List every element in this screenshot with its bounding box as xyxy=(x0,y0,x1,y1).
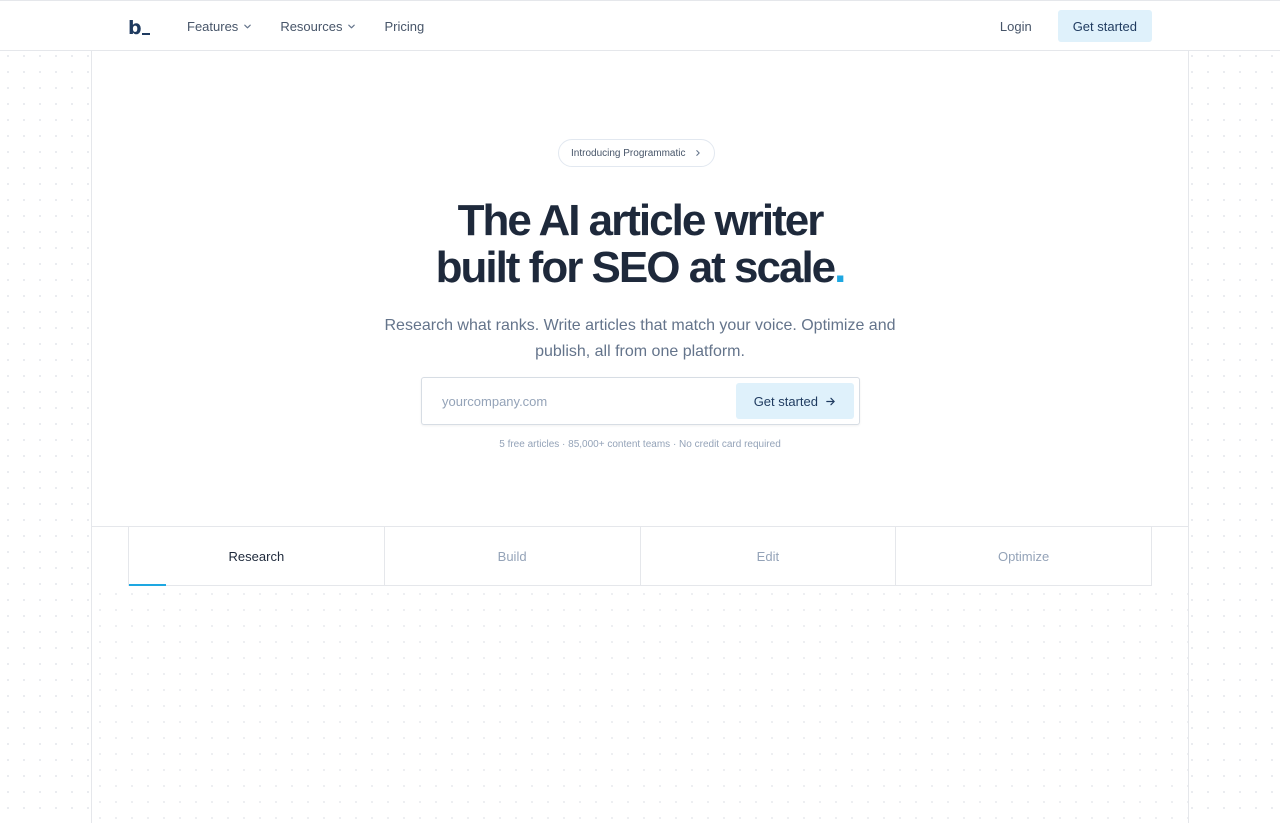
arrow-right-icon xyxy=(826,397,835,405)
nav-item-features[interactable]: Features xyxy=(187,19,252,34)
tab-edit[interactable]: Edit xyxy=(641,527,897,585)
chevron-down-icon xyxy=(348,24,356,28)
tab-build[interactable]: Build xyxy=(385,527,641,585)
tab-label: Optimize xyxy=(997,548,1050,564)
nav-item-resources[interactable]: Resources xyxy=(280,19,356,34)
brand-logo-underscore xyxy=(141,32,150,35)
tab-label: Research xyxy=(228,548,285,564)
nav-item-pricing[interactable]: Pricing xyxy=(384,19,424,34)
tab-optimize[interactable]: Optimize xyxy=(896,527,1151,585)
hero-panel: Introducing Programmatic The AI article … xyxy=(91,51,1189,823)
nav-item-label: Resources xyxy=(280,18,343,34)
hero-subheading: Research what ranks. Write articles that… xyxy=(384,317,896,360)
login-link[interactable]: Login xyxy=(1000,19,1032,34)
headline-accent-dot: . xyxy=(834,243,846,292)
signup-fineprint: 5 free articles · 85,000+ content teams … xyxy=(499,439,781,450)
signup-form: Get started xyxy=(421,377,860,425)
get-started-hero-label: Get started xyxy=(753,393,818,409)
top-navigation: b Features Resources Pricing Login Get s… xyxy=(0,0,1280,51)
tab-label: Build xyxy=(497,548,527,564)
nav-actions: Login Get started xyxy=(1000,10,1152,42)
get-started-hero-button[interactable]: Get started xyxy=(735,383,854,419)
headline-line-1: The AI article writer xyxy=(457,196,825,245)
company-domain-input[interactable] xyxy=(423,379,723,423)
announcement-badge-label: Introducing Programmatic xyxy=(571,147,686,159)
tab-research[interactable]: Research xyxy=(129,527,385,586)
feature-tabs: Research Build Edit Optimize xyxy=(128,527,1152,586)
nav-item-label: Features xyxy=(187,18,239,34)
nav-links: Features Resources Pricing xyxy=(187,1,452,51)
announcement-badge[interactable]: Introducing Programmatic xyxy=(558,139,715,167)
chevron-right-icon xyxy=(695,150,700,156)
chevron-down-icon xyxy=(244,24,252,28)
brand-logo-letter: b xyxy=(128,17,142,39)
nav-item-label: Pricing xyxy=(384,18,425,34)
tab-content-area xyxy=(92,586,1188,823)
hero-headline: The AI article writer built for SEO at s… xyxy=(92,197,1188,291)
tab-label: Edit xyxy=(756,548,780,564)
headline-line-2: built for SEO at scale xyxy=(435,243,837,292)
feature-tabs-bar: Research Build Edit Optimize xyxy=(92,526,1188,586)
get-started-nav-button[interactable]: Get started xyxy=(1057,10,1152,42)
brand-logo[interactable]: b xyxy=(128,15,150,39)
